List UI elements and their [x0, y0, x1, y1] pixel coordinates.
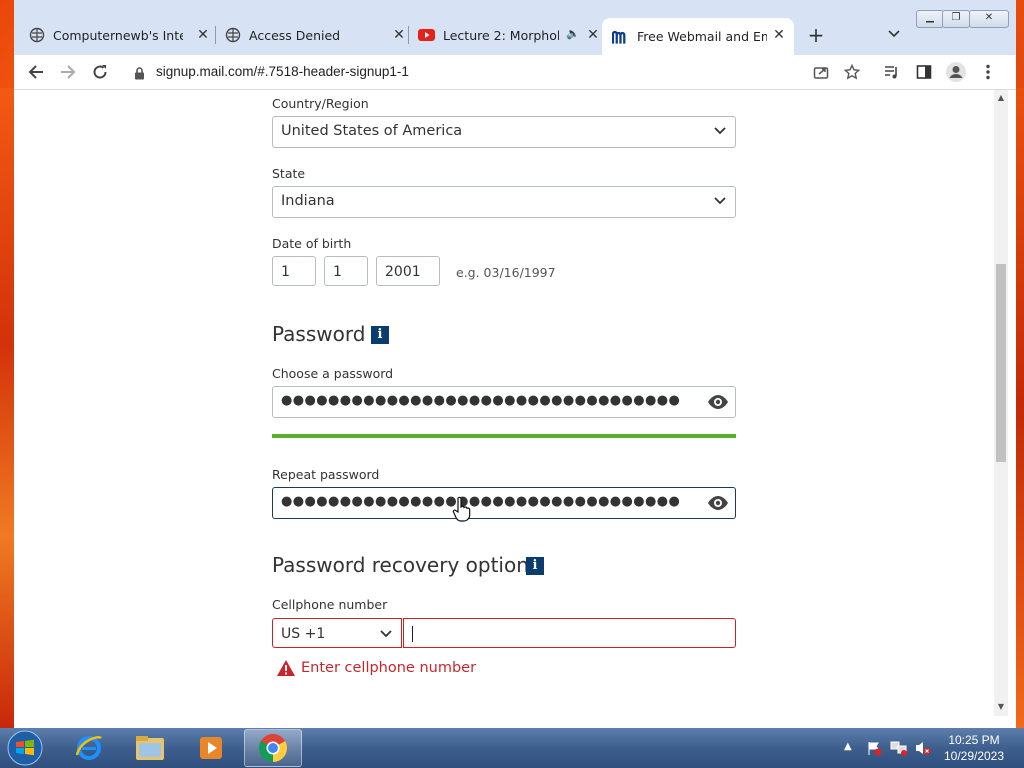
taskbar-chrome[interactable] [244, 729, 302, 767]
tab-title: Free Webmail and Emai [637, 29, 767, 44]
password-heading: Password [272, 322, 366, 346]
cellphone-input[interactable] [403, 618, 736, 648]
tab-access-denied[interactable]: Access Denied ✕ [224, 18, 414, 52]
tab-title: Computernewb's Interne [53, 27, 183, 43]
repeat-password-value: ●●●●●●●●●●●●●●●●●●●●●●●●●●●●●●●●●● [281, 494, 681, 509]
hand-cursor-icon [452, 496, 471, 522]
choose-password-label: Choose a password [272, 366, 394, 381]
tab-title: Access Denied [249, 27, 341, 43]
desktop-background-right [1016, 88, 1024, 728]
windows-logo-icon [7, 730, 43, 766]
dob-day-input[interactable]: 1 [324, 256, 368, 286]
recovery-heading: Password recovery options [272, 553, 540, 577]
chrome-icon [259, 734, 287, 762]
page-content: Country/Region United States of America … [14, 90, 994, 716]
browser-toolbar: signup.mail.com/#.7518-header-signup1-1 [14, 55, 1016, 90]
maximize-button[interactable]: ❐ [942, 10, 970, 28]
dob-label: Date of birth [272, 236, 352, 251]
tab-mail-com[interactable]: Free Webmail and Emai ✕ [602, 18, 794, 55]
dob-hint: e.g. 03/16/1997 [456, 265, 556, 280]
reload-icon[interactable] [88, 60, 112, 84]
mail-com-icon [612, 28, 629, 45]
choose-password-value: ●●●●●●●●●●●●●●●●●●●●●●●●●●●●●●●●●● [281, 393, 681, 408]
chevron-down-icon [380, 630, 392, 638]
show-hidden-icons-icon[interactable]: ▲ [844, 741, 852, 752]
country-value: United States of America [281, 123, 463, 139]
state-select[interactable]: Indiana [272, 186, 736, 218]
country-code-value: US +1 [281, 626, 326, 642]
internet-explorer-icon [75, 736, 102, 760]
clock-time: 10:25 PM [948, 733, 1000, 747]
cellphone-label: Cellphone number [272, 597, 388, 612]
close-tab-icon[interactable]: ✕ [770, 26, 788, 44]
clock-date: 10/29/2023 [943, 749, 1005, 763]
cellphone-error: Enter cellphone number [276, 659, 476, 677]
media-player-icon [200, 737, 222, 759]
country-select[interactable]: United States of America [272, 116, 736, 148]
browser-window: Computernewb's Interne ✕ Access Denied ✕… [14, 0, 1016, 728]
chevron-down-icon [714, 197, 726, 205]
lock-icon [134, 65, 145, 84]
dob-month-input[interactable]: 1 [272, 256, 316, 286]
start-button[interactable] [4, 729, 46, 767]
bookmark-star-icon[interactable] [840, 60, 864, 84]
show-password-eye-icon[interactable] [707, 494, 729, 512]
taskbar-explorer[interactable] [121, 729, 179, 767]
forward-arrow-icon[interactable] [56, 60, 80, 84]
dob-year-input[interactable]: 2001 [376, 256, 440, 286]
windows-taskbar: ▲ 10:25 PM 10/29/2023 [0, 728, 1024, 768]
tab-separator [408, 26, 409, 44]
tab-computernewb[interactable]: Computernewb's Interne ✕ [28, 18, 218, 52]
taskbar-ie[interactable] [60, 729, 118, 767]
close-window-button[interactable]: ✕ [969, 10, 1009, 28]
desktop-background-left [0, 88, 14, 728]
show-password-eye-icon[interactable] [707, 393, 729, 411]
password-strength-bar [272, 434, 736, 438]
browser-menu-icon[interactable] [976, 60, 1000, 84]
country-label: Country/Region [272, 96, 369, 111]
network-icon[interactable] [890, 740, 908, 756]
tab-title: Lecture 2: Morpholo [443, 27, 559, 43]
tab-separator [215, 26, 216, 44]
reading-list-icon[interactable] [880, 60, 904, 84]
close-tab-icon[interactable]: ✕ [584, 26, 602, 44]
action-center-flag-icon[interactable] [866, 740, 882, 756]
address-bar[interactable]: signup.mail.com/#.7518-header-signup1-1 [124, 58, 884, 86]
state-value: Indiana [281, 193, 335, 209]
new-tab-button[interactable]: + [804, 24, 828, 48]
close-tab-icon[interactable]: ✕ [390, 26, 408, 44]
speaker-icon[interactable]: 🔈 [566, 27, 580, 40]
globe-icon [224, 27, 241, 44]
profile-avatar-icon[interactable] [944, 60, 968, 84]
side-panel-icon[interactable] [912, 60, 936, 84]
globe-icon [28, 27, 45, 44]
cellphone-error-text: Enter cellphone number [301, 660, 477, 676]
taskbar-media-player[interactable] [182, 729, 240, 767]
warning-icon [277, 660, 295, 676]
tab-lecture[interactable]: Lecture 2: Morpholo 🔈 ✕ [418, 18, 608, 52]
tab-strip: Computernewb's Interne ✕ Access Denied ✕… [14, 0, 1016, 55]
close-tab-icon[interactable]: ✕ [194, 26, 212, 44]
scroll-up-arrow-icon[interactable]: ▲ [996, 93, 1006, 103]
system-clock[interactable]: 10:25 PM 10/29/2023 [930, 732, 1018, 764]
scrollbar-thumb[interactable] [996, 264, 1006, 462]
share-icon[interactable] [809, 60, 833, 84]
folder-icon [136, 736, 164, 760]
minimize-button[interactable]: ▁ [916, 10, 944, 28]
choose-password-input[interactable]: ●●●●●●●●●●●●●●●●●●●●●●●●●●●●●●●●●● [272, 386, 736, 418]
tab-search-chevron-icon[interactable] [884, 26, 904, 46]
country-code-select[interactable]: US +1 [272, 618, 402, 648]
password-info-icon[interactable]: i [371, 326, 389, 344]
text-caret [412, 626, 413, 642]
repeat-password-input[interactable]: ●●●●●●●●●●●●●●●●●●●●●●●●●●●●●●●●●● [272, 487, 736, 519]
page-scrollbar[interactable]: ▲ ▼ [994, 90, 1008, 716]
repeat-password-label: Repeat password [272, 467, 380, 482]
state-label: State [272, 166, 306, 181]
scroll-down-arrow-icon[interactable]: ▼ [996, 702, 1006, 712]
recovery-info-icon[interactable]: i [526, 557, 544, 575]
back-arrow-icon[interactable] [24, 60, 48, 84]
youtube-icon [418, 27, 435, 44]
chevron-down-icon [714, 127, 726, 135]
url-text: signup.mail.com/#.7518-header-signup1-1 [156, 64, 409, 79]
